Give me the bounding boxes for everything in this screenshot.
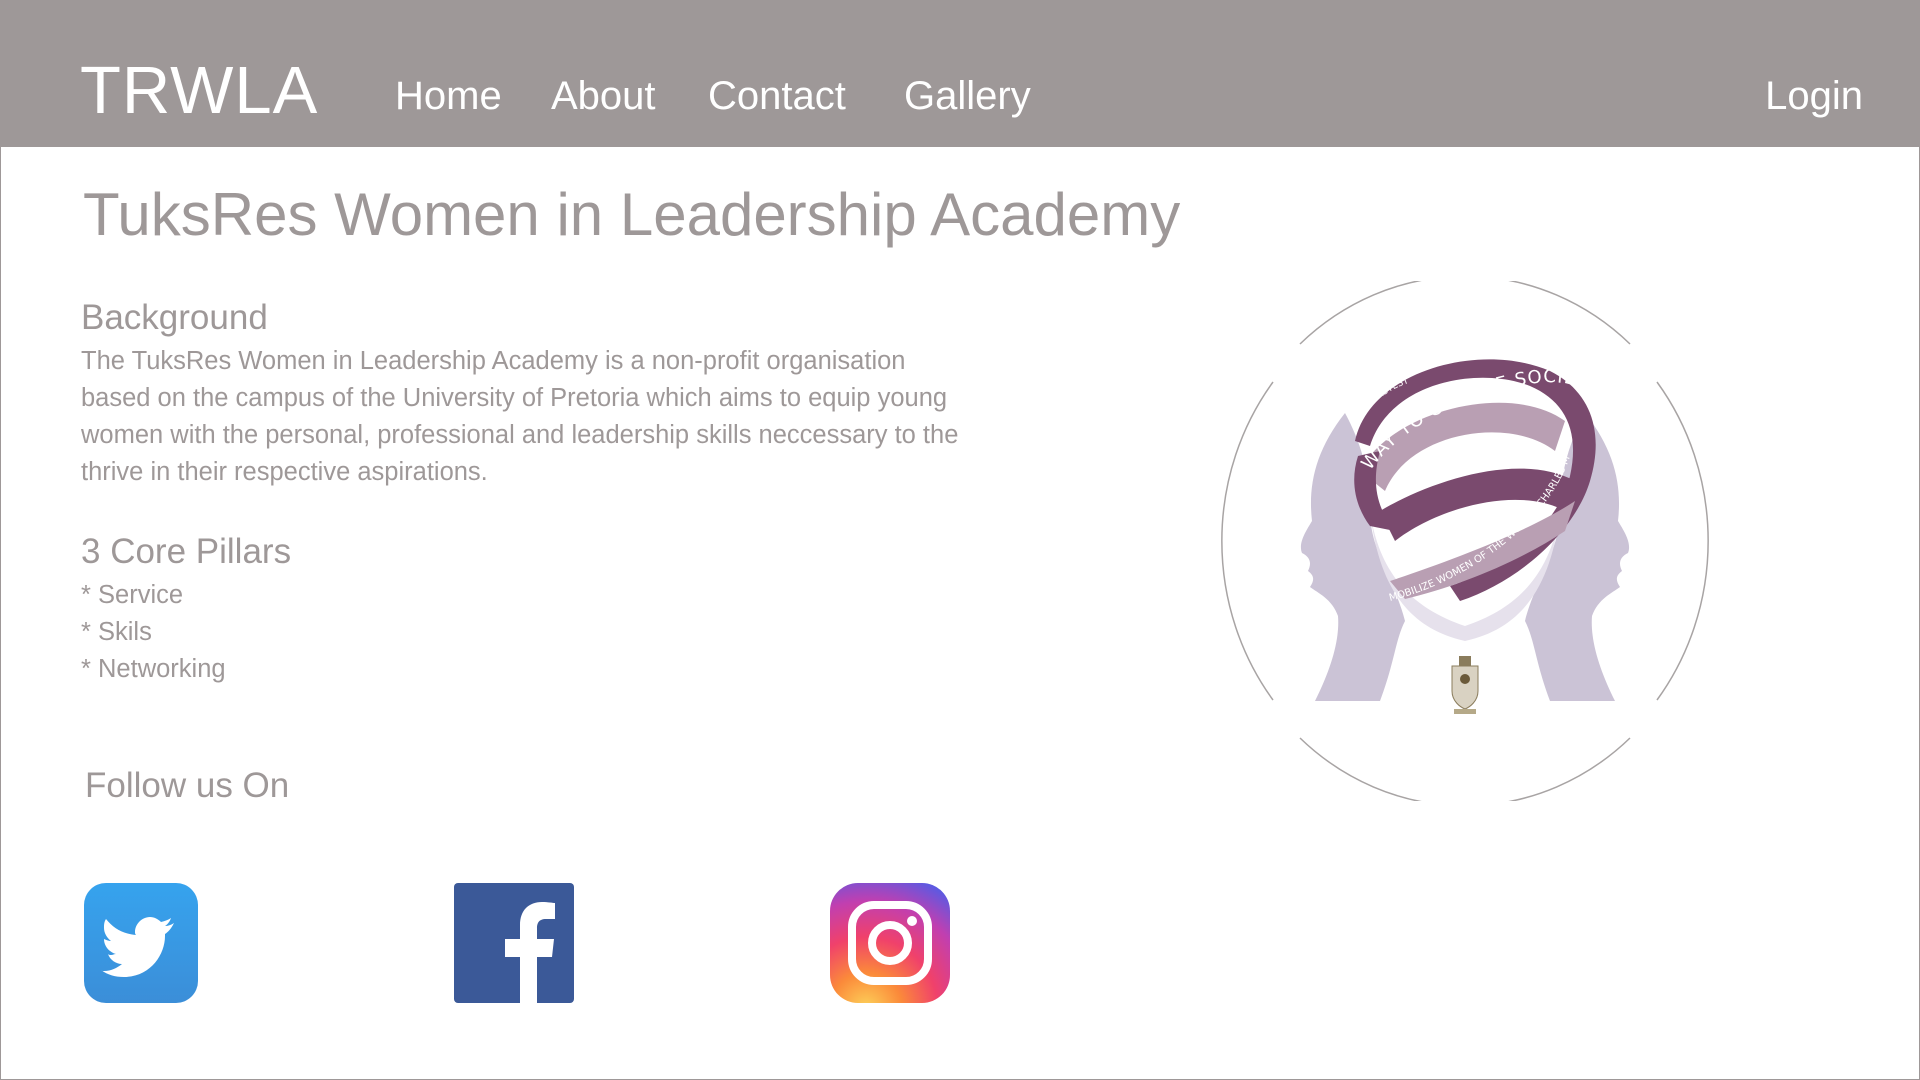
academy-logo: WAY TO CHANGE SOCIETY IS TO MOBILIZE WOM… [1212,265,1710,807]
svg-text:WAY TO CHANGE SOCIETY IS TO: WAY TO CHANGE SOCIETY IS TO [1220,281,1579,474]
pillars-heading: 3 Core Pillars [81,532,292,571]
background-heading: Background [81,298,268,337]
nav-about-link[interactable]: About [551,71,656,121]
university-crest-icon [1451,656,1479,714]
facebook-icon[interactable] [454,883,574,1003]
pillar-item-service: * Service [81,581,184,609]
nav-home-link[interactable]: Home [395,71,502,121]
pillar-item-skills: * Skils [81,618,152,646]
login-link[interactable]: Login [1765,71,1863,121]
pillar-item-networking: * Networking [81,655,226,683]
page-title: TuksRes Women in Leadership Academy [83,181,1181,248]
follow-heading: Follow us On [85,766,290,805]
brand-logo-text[interactable]: TRWLA [80,51,318,131]
instagram-icon[interactable] [830,883,950,1003]
page: TRWLA Home About Contact Gallery Login T… [0,0,1920,1080]
pillars-list: * Service * Skils * Networking [81,577,226,688]
background-text: The TuksRes Women in Leadership Academy … [81,347,959,486]
nav-gallery-link[interactable]: Gallery [904,71,1031,121]
nav-contact-link[interactable]: Contact [708,71,846,121]
ribbon-text: WAY TO CHANGE SOCIETY IS TO [1212,265,1578,474]
header-bar: TRWLA Home About Contact Gallery Login [1,1,1919,147]
academy-logo-graphic: WAY TO CHANGE SOCIETY IS TO MOBILIZE WOM… [1212,265,1709,807]
twitter-icon[interactable] [84,883,204,1003]
